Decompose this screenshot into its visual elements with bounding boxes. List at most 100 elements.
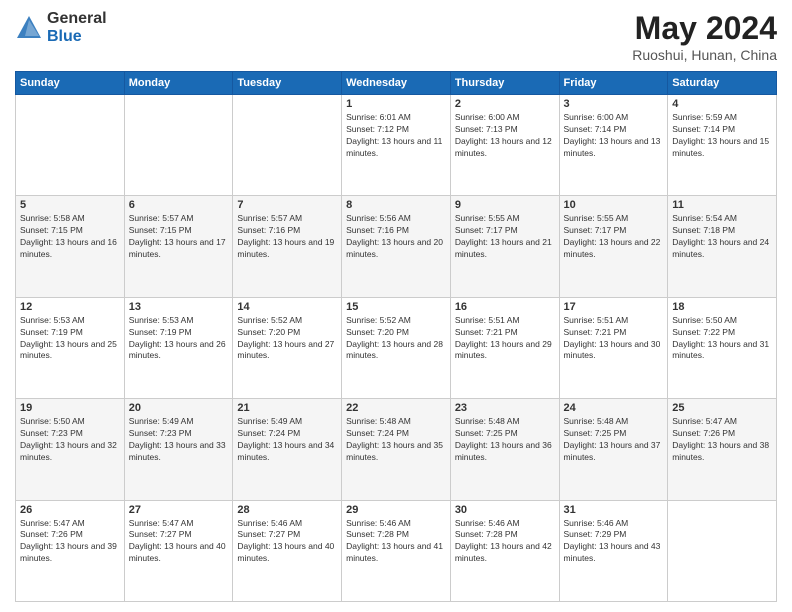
day-info: Sunrise: 5:48 AMSunset: 7:24 PMDaylight:…	[346, 416, 446, 464]
calendar-cell: 20 Sunrise: 5:49 AMSunset: 7:23 PMDayligh…	[124, 399, 233, 500]
title-block: May 2024 Ruoshui, Hunan, China	[632, 10, 777, 63]
day-number: 8	[346, 199, 446, 211]
calendar-cell: 31 Sunrise: 5:46 AMSunset: 7:29 PMDayligh…	[559, 500, 668, 601]
day-number: 12	[20, 301, 120, 313]
day-info: Sunrise: 5:47 AMSunset: 7:26 PMDaylight:…	[672, 416, 772, 464]
day-number: 4	[672, 98, 772, 110]
day-number: 10	[564, 199, 664, 211]
day-info: Sunrise: 5:46 AMSunset: 7:27 PMDaylight:…	[237, 518, 337, 566]
page: General Blue May 2024 Ruoshui, Hunan, Ch…	[0, 0, 792, 612]
calendar-cell: 12 Sunrise: 5:53 AMSunset: 7:19 PMDayligh…	[16, 297, 125, 398]
calendar-cell: 6 Sunrise: 5:57 AMSunset: 7:15 PMDaylight…	[124, 196, 233, 297]
calendar-cell: 26Sunrise: 5:47 AMSunset: 7:26 PMDayligh…	[16, 500, 125, 601]
day-info: Sunrise: 5:53 AMSunset: 7:19 PMDaylight:…	[20, 315, 120, 363]
calendar-cell: 18 Sunrise: 5:50 AMSunset: 7:22 PMDayligh…	[668, 297, 777, 398]
logo: General Blue	[15, 10, 107, 45]
day-number: 6	[129, 199, 229, 211]
weekday-header-wednesday: Wednesday	[342, 72, 451, 95]
day-info: Sunrise: 5:46 AMSunset: 7:28 PMDaylight:…	[455, 518, 555, 566]
day-number: 11	[672, 199, 772, 211]
calendar-cell: 29Sunrise: 5:46 AMSunset: 7:28 PMDayligh…	[342, 500, 451, 601]
calendar-cell: 1Sunrise: 6:01 AMSunset: 7:12 PMDaylight…	[342, 95, 451, 196]
calendar-cell: 28 Sunrise: 5:46 AMSunset: 7:27 PMDayligh…	[233, 500, 342, 601]
day-number: 2	[455, 98, 555, 110]
day-number: 21	[237, 402, 337, 414]
day-info: Sunrise: 5:48 AMSunset: 7:25 PMDaylight:…	[455, 416, 555, 464]
calendar-cell	[16, 95, 125, 196]
logo-blue-text: Blue	[47, 28, 107, 46]
day-info: Sunrise: 5:52 AMSunset: 7:20 PMDaylight:…	[346, 315, 446, 363]
day-info: Sunrise: 5:55 AMSunset: 7:17 PMDaylight:…	[564, 213, 664, 261]
calendar-cell: 3Sunrise: 6:00 AMSunset: 7:14 PMDaylight…	[559, 95, 668, 196]
day-info: Sunrise: 5:57 AMSunset: 7:16 PMDaylight:…	[237, 213, 337, 261]
day-info: Sunrise: 5:57 AMSunset: 7:15 PMDaylight:…	[129, 213, 229, 261]
day-number: 5	[20, 199, 120, 211]
day-number: 17	[564, 301, 664, 313]
calendar-cell	[233, 95, 342, 196]
day-number: 30	[455, 504, 555, 516]
day-info: Sunrise: 5:47 AMSunset: 7:27 PMDaylight:…	[129, 518, 229, 566]
day-number: 7	[237, 199, 337, 211]
calendar-cell: 5 Sunrise: 5:58 AMSunset: 7:15 PMDaylight…	[16, 196, 125, 297]
day-info: Sunrise: 5:56 AMSunset: 7:16 PMDaylight:…	[346, 213, 446, 261]
day-number: 16	[455, 301, 555, 313]
day-number: 24	[564, 402, 664, 414]
day-number: 31	[564, 504, 664, 516]
day-info: Sunrise: 5:49 AMSunset: 7:23 PMDaylight:…	[129, 416, 229, 464]
day-info: Sunrise: 5:52 AMSunset: 7:20 PMDaylight:…	[237, 315, 337, 363]
day-info: Sunrise: 5:46 AMSunset: 7:29 PMDaylight:…	[564, 518, 664, 566]
calendar-cell: 10 Sunrise: 5:55 AMSunset: 7:17 PMDayligh…	[559, 196, 668, 297]
calendar-cell: 19Sunrise: 5:50 AMSunset: 7:23 PMDayligh…	[16, 399, 125, 500]
day-info: Sunrise: 5:54 AMSunset: 7:18 PMDaylight:…	[672, 213, 772, 261]
calendar-cell: 13 Sunrise: 5:53 AMSunset: 7:19 PMDayligh…	[124, 297, 233, 398]
calendar-cell	[124, 95, 233, 196]
logo-icon	[15, 14, 43, 42]
weekday-header-tuesday: Tuesday	[233, 72, 342, 95]
day-info: Sunrise: 5:49 AMSunset: 7:24 PMDaylight:…	[237, 416, 337, 464]
weekday-header-sunday: Sunday	[16, 72, 125, 95]
day-number: 3	[564, 98, 664, 110]
calendar-cell: 14 Sunrise: 5:52 AMSunset: 7:20 PMDayligh…	[233, 297, 342, 398]
calendar-cell: 25 Sunrise: 5:47 AMSunset: 7:26 PMDayligh…	[668, 399, 777, 500]
day-info: Sunrise: 5:51 AMSunset: 7:21 PMDaylight:…	[564, 315, 664, 363]
logo-text: General Blue	[47, 10, 107, 45]
calendar-cell: 8 Sunrise: 5:56 AMSunset: 7:16 PMDaylight…	[342, 196, 451, 297]
calendar-cell: 22Sunrise: 5:48 AMSunset: 7:24 PMDayligh…	[342, 399, 451, 500]
logo-general-text: General	[47, 10, 107, 28]
header: General Blue May 2024 Ruoshui, Hunan, Ch…	[15, 10, 777, 63]
day-number: 19	[20, 402, 120, 414]
day-info: Sunrise: 5:58 AMSunset: 7:15 PMDaylight:…	[20, 213, 120, 261]
day-number: 29	[346, 504, 446, 516]
day-info: Sunrise: 5:55 AMSunset: 7:17 PMDaylight:…	[455, 213, 555, 261]
calendar-cell: 21 Sunrise: 5:49 AMSunset: 7:24 PMDayligh…	[233, 399, 342, 500]
day-info: Sunrise: 5:48 AMSunset: 7:25 PMDaylight:…	[564, 416, 664, 464]
calendar-cell: 11 Sunrise: 5:54 AMSunset: 7:18 PMDayligh…	[668, 196, 777, 297]
calendar-cell: 27 Sunrise: 5:47 AMSunset: 7:27 PMDayligh…	[124, 500, 233, 601]
calendar-cell: 4 Sunrise: 5:59 AMSunset: 7:14 PMDaylight…	[668, 95, 777, 196]
calendar-cell: 30 Sunrise: 5:46 AMSunset: 7:28 PMDayligh…	[450, 500, 559, 601]
weekday-header-friday: Friday	[559, 72, 668, 95]
weekday-header-saturday: Saturday	[668, 72, 777, 95]
day-number: 20	[129, 402, 229, 414]
day-number: 26	[20, 504, 120, 516]
day-number: 28	[237, 504, 337, 516]
day-number: 9	[455, 199, 555, 211]
day-number: 18	[672, 301, 772, 313]
calendar-cell: 23 Sunrise: 5:48 AMSunset: 7:25 PMDayligh…	[450, 399, 559, 500]
calendar-cell: 16Sunrise: 5:51 AMSunset: 7:21 PMDayligh…	[450, 297, 559, 398]
calendar-table: SundayMondayTuesdayWednesdayThursdayFrid…	[15, 71, 777, 602]
day-number: 25	[672, 402, 772, 414]
page-subtitle: Ruoshui, Hunan, China	[632, 47, 777, 63]
day-number: 13	[129, 301, 229, 313]
weekday-header-thursday: Thursday	[450, 72, 559, 95]
day-info: Sunrise: 6:01 AMSunset: 7:12 PMDaylight:…	[346, 112, 446, 160]
day-info: Sunrise: 5:59 AMSunset: 7:14 PMDaylight:…	[672, 112, 772, 160]
day-info: Sunrise: 5:53 AMSunset: 7:19 PMDaylight:…	[129, 315, 229, 363]
day-number: 27	[129, 504, 229, 516]
calendar-cell: 9 Sunrise: 5:55 AMSunset: 7:17 PMDaylight…	[450, 196, 559, 297]
day-number: 23	[455, 402, 555, 414]
day-number: 14	[237, 301, 337, 313]
calendar-cell	[668, 500, 777, 601]
day-info: Sunrise: 5:50 AMSunset: 7:22 PMDaylight:…	[672, 315, 772, 363]
calendar-cell: 17 Sunrise: 5:51 AMSunset: 7:21 PMDayligh…	[559, 297, 668, 398]
